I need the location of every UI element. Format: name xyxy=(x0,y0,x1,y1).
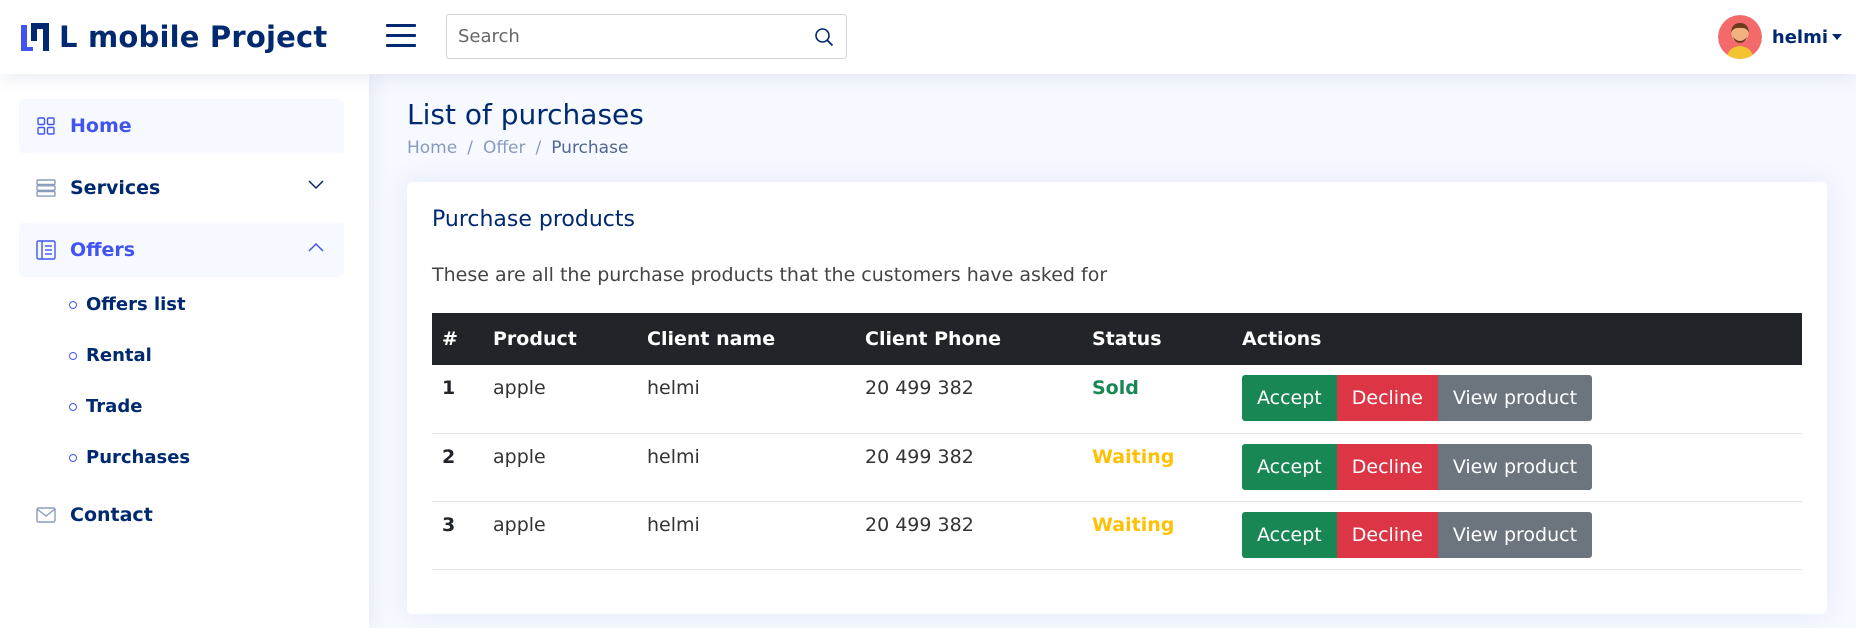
client-phone-cell: 20 499 382 xyxy=(855,433,1082,502)
sidebar-item-contact[interactable]: Contact xyxy=(19,488,344,542)
view-product-button[interactable]: View product xyxy=(1437,375,1593,421)
action-buttons: Accept Decline View product xyxy=(1242,443,1593,490)
sidebar-subitem-label: Purchases xyxy=(86,447,191,468)
status-badge: Waiting xyxy=(1082,501,1232,570)
row-number: 3 xyxy=(432,501,483,570)
table-header-row: # Product Client name Client Phone Statu… xyxy=(432,313,1802,365)
client-name-cell: helmi xyxy=(637,365,855,434)
page-title: List of purchases xyxy=(407,98,644,131)
client-name-cell: helmi xyxy=(637,501,855,570)
table-row: 2 apple helmi 20 499 382 Waiting Accept … xyxy=(432,433,1802,502)
row-number: 1 xyxy=(432,365,483,434)
decline-button[interactable]: Decline xyxy=(1336,443,1438,490)
grid-icon xyxy=(36,116,56,136)
sidebar-item-label: Services xyxy=(70,177,161,199)
search-input[interactable] xyxy=(447,15,802,58)
caret-down-icon xyxy=(1832,34,1842,40)
view-product-button[interactable]: View product xyxy=(1437,511,1593,558)
status-badge: Sold xyxy=(1082,365,1232,434)
column-header: # xyxy=(442,328,458,350)
table-row: 1 apple helmi 20 499 382 Sold Accept Dec… xyxy=(432,365,1802,434)
search-bar xyxy=(446,14,847,59)
product-cell: apple xyxy=(483,365,637,434)
app-title: L mobile Project xyxy=(59,20,328,54)
circle-icon xyxy=(69,351,77,360)
logo-icon xyxy=(21,23,49,51)
logo[interactable]: L mobile Project xyxy=(19,20,387,54)
sidebar-item-label: Offers xyxy=(70,239,136,261)
accept-button[interactable]: Accept xyxy=(1242,511,1337,558)
breadcrumb-separator: / xyxy=(467,138,473,158)
search-icon xyxy=(815,27,834,46)
sidebar-subitem-offers-list[interactable]: Offers list xyxy=(69,279,369,330)
top-header: L mobile Project helmi xyxy=(0,0,1856,74)
row-number: 2 xyxy=(432,433,483,502)
card-title: Purchase products xyxy=(432,207,635,232)
actions-cell: Accept Decline View product xyxy=(1232,433,1802,502)
decline-button[interactable]: Decline xyxy=(1336,511,1438,558)
column-header: Status xyxy=(1092,328,1162,350)
circle-icon xyxy=(69,300,77,309)
actions-cell: Accept Decline View product xyxy=(1232,365,1802,434)
action-buttons: Accept Decline View product xyxy=(1242,375,1593,421)
sidebar-item-home[interactable]: Home xyxy=(19,99,344,153)
client-phone-cell: 20 499 382 xyxy=(855,365,1082,434)
avatar xyxy=(1717,15,1762,59)
chevron-up-icon xyxy=(308,242,324,252)
action-buttons: Accept Decline View product xyxy=(1242,511,1593,558)
sidebar-subitem-label: Rental xyxy=(86,345,152,366)
accept-button[interactable]: Accept xyxy=(1242,443,1337,490)
breadcrumb-current: Purchase xyxy=(551,138,629,158)
search-button[interactable] xyxy=(802,15,846,58)
profile-dropdown[interactable]: helmi xyxy=(1717,14,1856,60)
chevron-down-icon xyxy=(308,180,324,190)
sidebar-subitem-trade[interactable]: Trade xyxy=(69,381,369,432)
breadcrumb-offer[interactable]: Offer xyxy=(483,138,526,158)
sidebar-subitem-rental[interactable]: Rental xyxy=(69,330,369,381)
sidebar-item-offers[interactable]: Offers xyxy=(19,223,344,277)
view-product-button[interactable]: View product xyxy=(1437,443,1593,490)
breadcrumb: Home / Offer / Purchase xyxy=(407,138,628,158)
column-header: Client Phone xyxy=(865,328,1001,350)
product-cell: apple xyxy=(483,501,637,570)
profile-name: helmi xyxy=(1771,26,1828,48)
purchases-table: # Product Client name Client Phone Statu… xyxy=(432,313,1802,570)
status-badge: Waiting xyxy=(1082,433,1232,502)
product-cell: apple xyxy=(483,433,637,502)
sidebar-item-services[interactable]: Services xyxy=(19,161,344,215)
card-description: These are all the purchase products that… xyxy=(432,264,1108,286)
sidebar-subitem-label: Trade xyxy=(86,396,143,417)
purchase-card: Purchase products These are all the purc… xyxy=(407,182,1827,614)
sidebar: Home Services Offers Offers list Rental … xyxy=(0,74,369,628)
circle-icon xyxy=(69,453,77,462)
column-header: Product xyxy=(493,328,577,350)
circle-icon xyxy=(69,402,77,411)
client-phone-cell: 20 499 382 xyxy=(855,501,1082,570)
table-row: 3 apple helmi 20 499 382 Waiting Accept … xyxy=(432,501,1802,570)
server-icon xyxy=(36,178,56,198)
breadcrumb-separator: / xyxy=(535,138,542,158)
sidebar-subitem-purchases[interactable]: Purchases xyxy=(69,432,369,483)
column-header: Client name xyxy=(647,328,776,350)
sidebar-item-label: Home xyxy=(70,115,132,137)
accept-button[interactable]: Accept xyxy=(1242,375,1337,421)
menu-toggle-icon[interactable] xyxy=(386,24,416,50)
layout-icon xyxy=(36,240,56,260)
decline-button[interactable]: Decline xyxy=(1336,375,1438,421)
actions-cell: Accept Decline View product xyxy=(1232,501,1802,570)
envelope-icon xyxy=(36,505,56,525)
breadcrumb-home[interactable]: Home xyxy=(407,138,457,158)
column-header: Actions xyxy=(1242,328,1322,350)
sidebar-item-label: Contact xyxy=(70,504,153,526)
client-name-cell: helmi xyxy=(637,433,855,502)
sidebar-subitem-label: Offers list xyxy=(86,294,186,315)
